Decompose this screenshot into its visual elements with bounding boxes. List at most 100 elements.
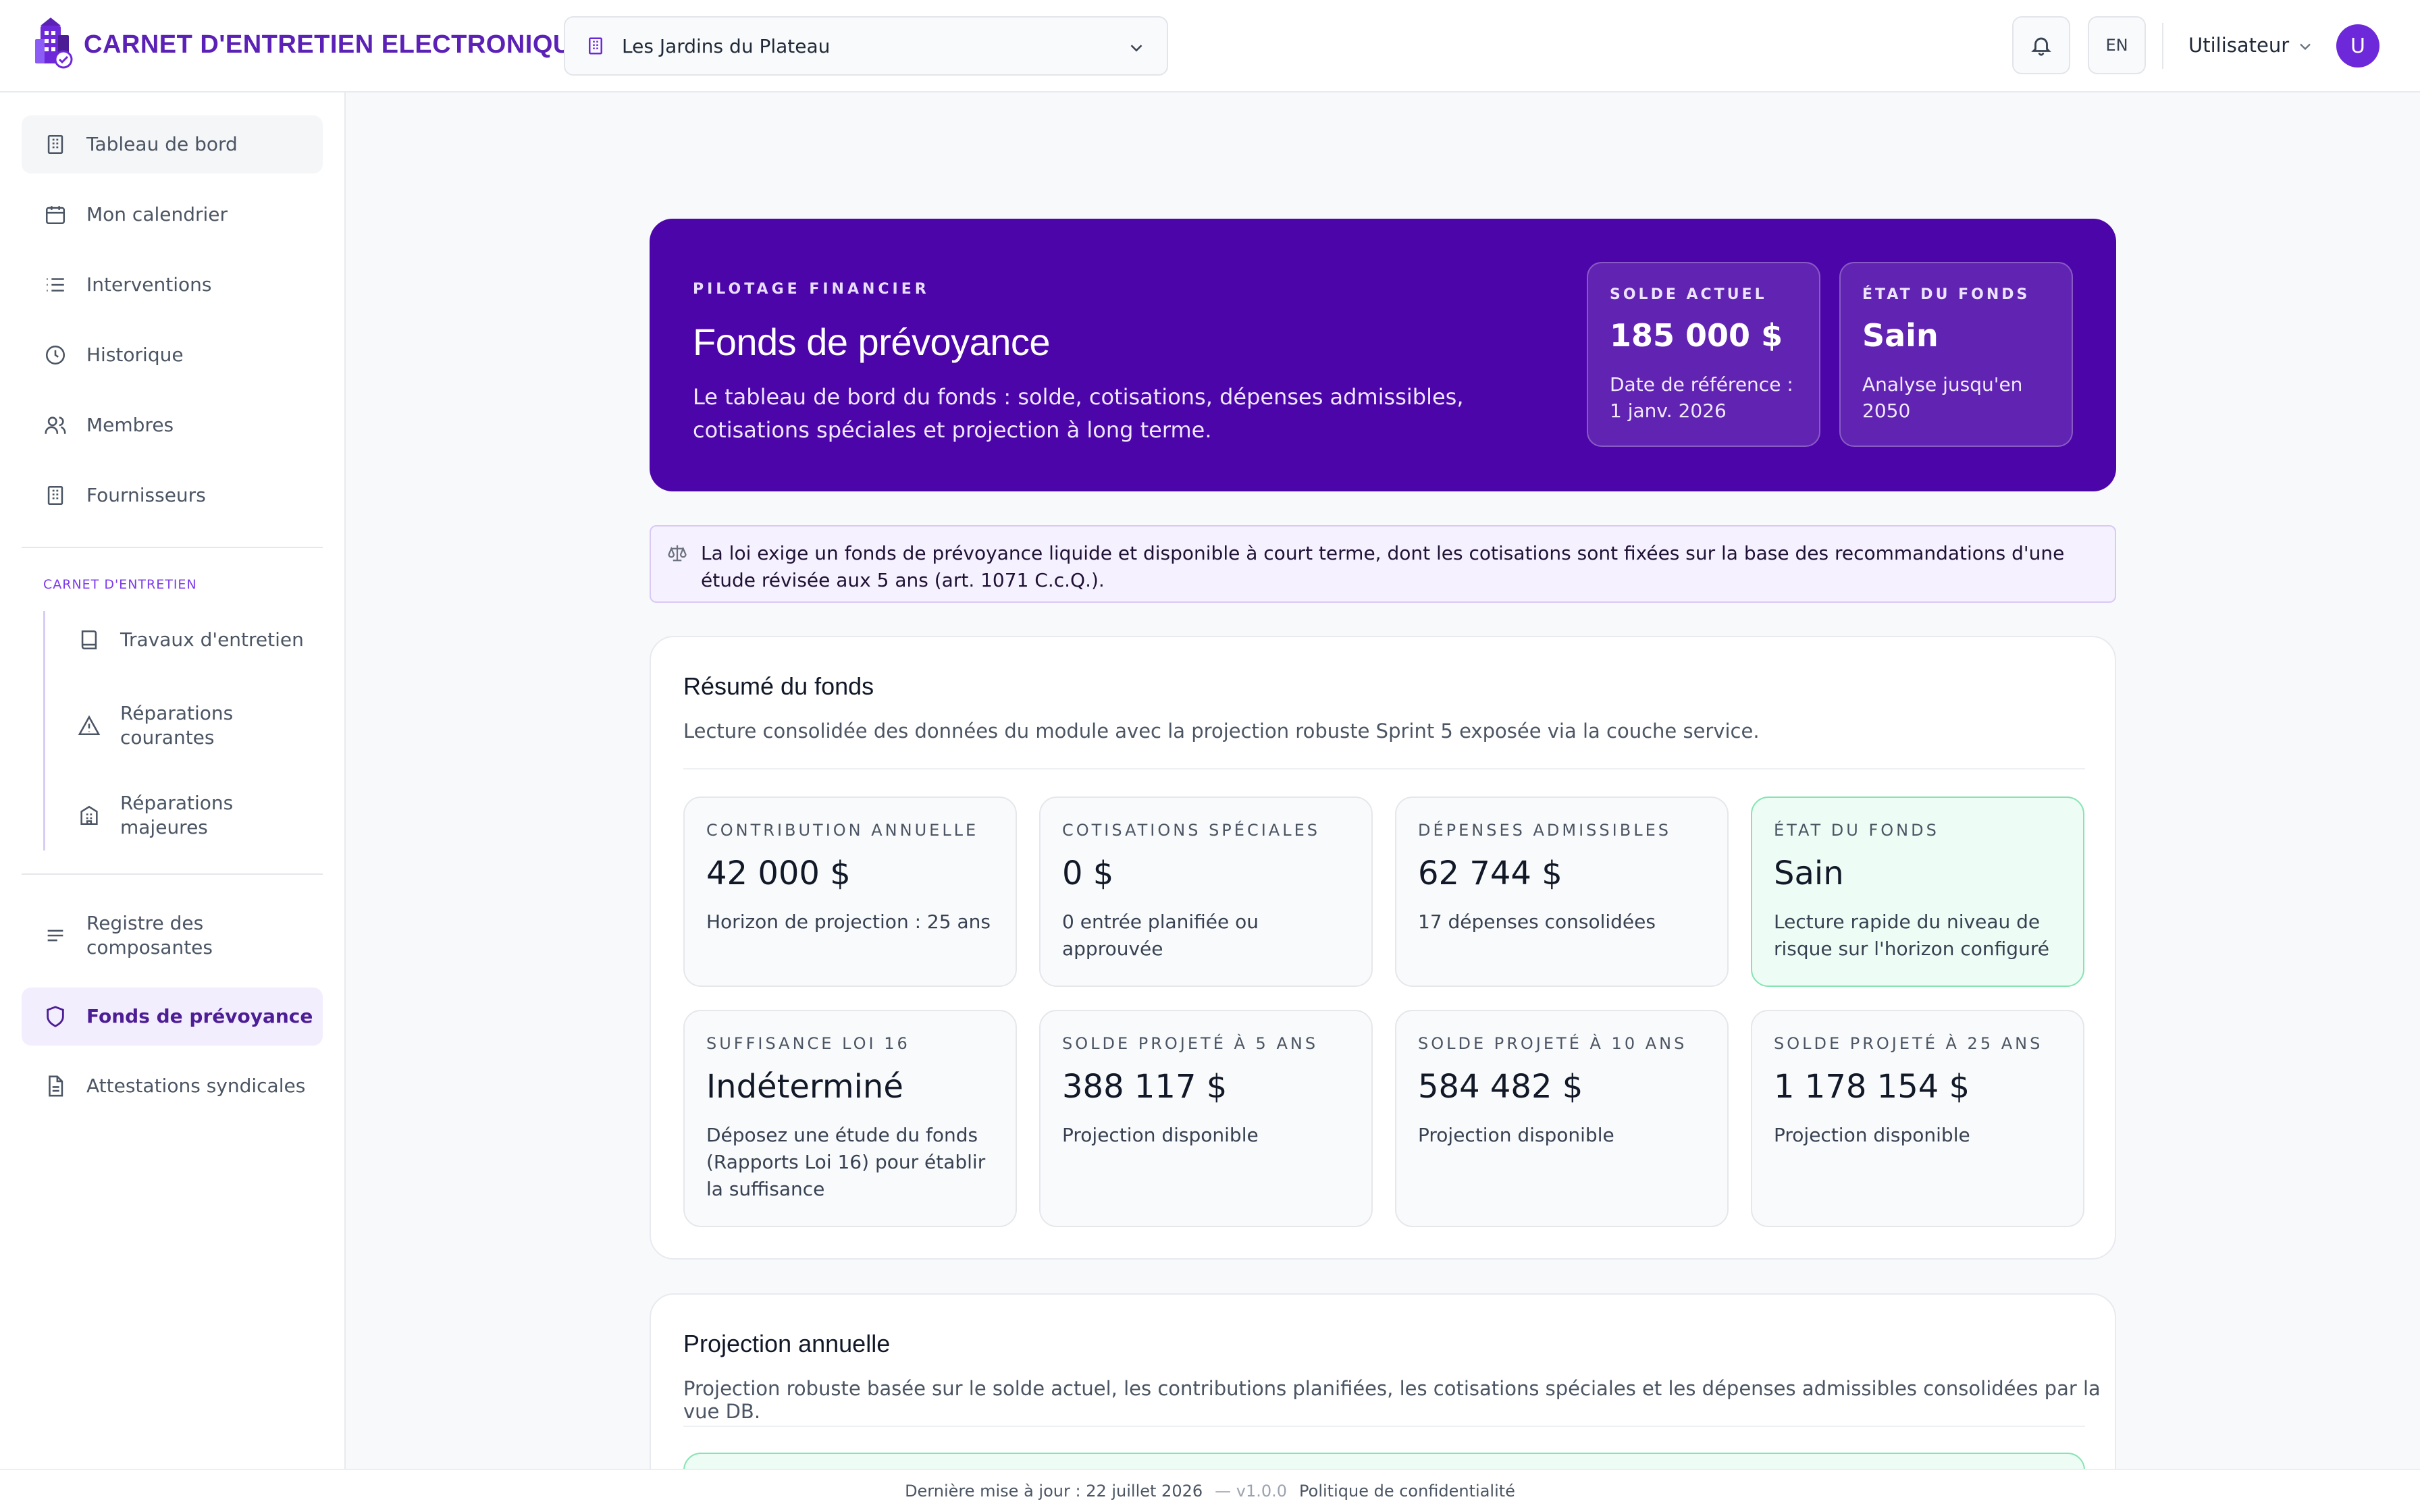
last-updated: Dernière mise à jour : 22 juillet 2026 — [905, 1482, 1203, 1501]
building-select-value: Les Jardins du Plateau — [622, 34, 831, 57]
section-subtitle: Lecture consolidée des données du module… — [683, 720, 1760, 742]
metric-value: Indéterminé — [706, 1068, 903, 1106]
sidebar-item-label: Tableau de bord — [86, 133, 238, 155]
warning-icon — [76, 712, 103, 739]
chevron-down-icon[interactable] — [2296, 37, 2315, 56]
metric-sub: Projection disponible — [1774, 1124, 1970, 1146]
sidebar-item-major-repairs[interactable]: Réparations majeures — [58, 782, 323, 849]
sidebar-item-interventions[interactable]: Interventions — [22, 256, 323, 314]
sidebar-item-current-repairs[interactable]: Réparations courantes — [58, 692, 323, 759]
building-icon — [42, 482, 69, 509]
section-subtitle: Projection robuste basée sur le solde ac… — [683, 1377, 2101, 1423]
app-version: — v1.0.0 — [1215, 1482, 1288, 1501]
metric-sub: 17 dépenses consolidées — [1418, 911, 1656, 933]
metric-value: 388 117 $ — [1062, 1068, 1228, 1106]
document-icon — [42, 1073, 69, 1100]
metric-card-fund-status: ÉTAT DU FONDS Sain Lecture rapide du niv… — [1751, 796, 2084, 987]
metric-value: 62 744 $ — [1418, 855, 1562, 892]
stat-label: SOLDE ACTUEL — [1610, 286, 1767, 303]
sidebar-item-label: Attestations syndicales — [86, 1075, 306, 1097]
sidebar-item-union-certificates[interactable]: Attestations syndicales — [22, 1057, 323, 1115]
building-icon — [42, 131, 69, 158]
users-icon — [42, 412, 69, 439]
sidebar-item-suppliers[interactable]: Fournisseurs — [22, 466, 323, 524]
building-select[interactable]: Les Jardins du Plateau — [564, 16, 1168, 76]
metric-label: DÉPENSES ADMISSIBLES — [1418, 821, 1671, 840]
sidebar-item-history[interactable]: Historique — [22, 326, 323, 384]
metric-value: 584 482 $ — [1418, 1068, 1583, 1106]
sidebar-item-label: Travaux d'entretien — [120, 628, 304, 651]
law-notice: La loi exige un fonds de prévoyance liqu… — [650, 525, 2116, 603]
metric-card-annual-contribution: CONTRIBUTION ANNUELLE 42 000 $ Horizon d… — [683, 796, 1017, 987]
sidebar-item-reserve-fund[interactable]: Fonds de prévoyance — [22, 988, 323, 1046]
top-bar: CARNET D'ENTRETIEN ELECTRONIQUE Les Jard… — [0, 0, 2420, 92]
sidebar-item-dashboard[interactable]: Tableau de bord — [22, 115, 323, 173]
user-menu-name[interactable]: Utilisateur — [2188, 34, 2289, 57]
scale-icon — [668, 545, 687, 562]
sidebar-item-label: Registre des composantes — [86, 912, 213, 959]
footer: Dernière mise à jour : 22 juillet 2026 —… — [0, 1469, 2420, 1512]
stat-card-fund-status: ÉTAT DU FONDS Sain Analyse jusqu'en 2050 — [1839, 262, 2073, 447]
language-button[interactable]: EN — [2088, 16, 2146, 74]
sidebar-divider — [22, 873, 323, 875]
sidebar-section-label: CARNET D'ENTRETIEN — [43, 577, 197, 592]
hero-banner: PILOTAGE FINANCIER Fonds de prévoyance L… — [650, 219, 2116, 491]
metric-sub: Lecture rapide du niveau de risque sur l… — [1774, 911, 2049, 960]
privacy-policy-link[interactable]: Politique de confidentialité — [1299, 1482, 1515, 1501]
metric-card-balance-25-years: SOLDE PROJETÉ À 25 ANS 1 178 154 $ Proje… — [1751, 1010, 2084, 1227]
stat-card-current-balance: SOLDE ACTUEL 185 000 $ Date de référence… — [1587, 262, 1820, 447]
brand[interactable]: CARNET D'ENTRETIEN ELECTRONIQUE — [31, 16, 589, 73]
stat-sub: Analyse jusqu'en 2050 — [1862, 373, 2023, 422]
metric-card-special-assessments: COTISATIONS SPÉCIALES 0 $ 0 entrée plani… — [1039, 796, 1373, 987]
page-title: Fonds de prévoyance — [693, 321, 1051, 363]
bell-icon — [2031, 37, 2051, 56]
metric-label: COTISATIONS SPÉCIALES — [1062, 821, 1320, 840]
metric-label: SOLDE PROJETÉ À 5 ANS — [1062, 1034, 1319, 1053]
metric-label: SOLDE PROJETÉ À 25 ANS — [1774, 1034, 2043, 1053]
sidebar-item-calendar[interactable]: Mon calendrier — [22, 186, 323, 244]
law-notice-text: La loi exige un fonds de prévoyance liqu… — [701, 542, 2065, 591]
stat-value: 185 000 $ — [1610, 317, 1783, 354]
section-divider — [683, 768, 2085, 770]
hospital-icon — [76, 802, 103, 829]
clock-icon — [42, 342, 69, 369]
hero-description: Le tableau de bord du fonds : solde, cot… — [693, 384, 1464, 443]
metric-sub: Projection disponible — [1062, 1124, 1259, 1146]
sidebar-item-maintenance-work[interactable]: Travaux d'entretien — [58, 611, 323, 669]
metric-label: CONTRIBUTION ANNUELLE — [706, 821, 979, 840]
avatar[interactable]: U — [2336, 24, 2379, 68]
stat-value: Sain — [1862, 317, 1939, 354]
metric-card-law16-sufficiency: SUFFISANCE LOI 16 Indéterminé Déposez un… — [683, 1010, 1017, 1227]
metric-value: 1 178 154 $ — [1774, 1068, 1970, 1106]
header-divider — [2162, 23, 2163, 69]
metric-value: Sain — [1774, 855, 1844, 892]
calendar-icon — [42, 201, 69, 228]
section-divider — [683, 1426, 2085, 1427]
sidebar-item-members[interactable]: Membres — [22, 396, 323, 454]
metric-sub: Déposez une étude du fonds (Rapports Loi… — [706, 1124, 986, 1200]
metric-card-eligible-expenses: DÉPENSES ADMISSIBLES 62 744 $ 17 dépense… — [1395, 796, 1729, 987]
notifications-button[interactable] — [2012, 16, 2070, 74]
building-icon — [589, 37, 602, 55]
fund-summary-panel: Résumé du fonds Lecture consolidée des d… — [650, 636, 2116, 1260]
metric-label: ÉTAT DU FONDS — [1774, 821, 1939, 840]
section-title: Résumé du fonds — [683, 672, 874, 700]
book-icon — [76, 626, 103, 653]
list-icon — [42, 271, 69, 298]
metric-label: SOLDE PROJETÉ À 10 ANS — [1418, 1034, 1687, 1053]
metric-card-balance-5-years: SOLDE PROJETÉ À 5 ANS 388 117 $ Projecti… — [1039, 1010, 1373, 1227]
sidebar-item-label: Interventions — [86, 273, 212, 296]
sidebar-item-components-register[interactable]: Registre des composantes — [22, 902, 323, 969]
metric-value: 42 000 $ — [706, 855, 851, 892]
hero-kicker: PILOTAGE FINANCIER — [693, 281, 930, 298]
sidebar-item-label: Historique — [86, 344, 184, 366]
sidebar-item-label: Réparations courantes — [120, 702, 234, 749]
sidebar-item-label: Fonds de prévoyance — [86, 1005, 313, 1027]
shield-icon — [42, 1003, 69, 1030]
sidebar-divider — [22, 547, 323, 548]
sidebar-item-label: Fournisseurs — [86, 484, 206, 506]
metric-card-balance-10-years: SOLDE PROJETÉ À 10 ANS 584 482 $ Project… — [1395, 1010, 1729, 1227]
stat-label: ÉTAT DU FONDS — [1862, 286, 2030, 303]
brand-logo-icon — [35, 18, 73, 69]
metric-value: 0 $ — [1062, 855, 1114, 892]
